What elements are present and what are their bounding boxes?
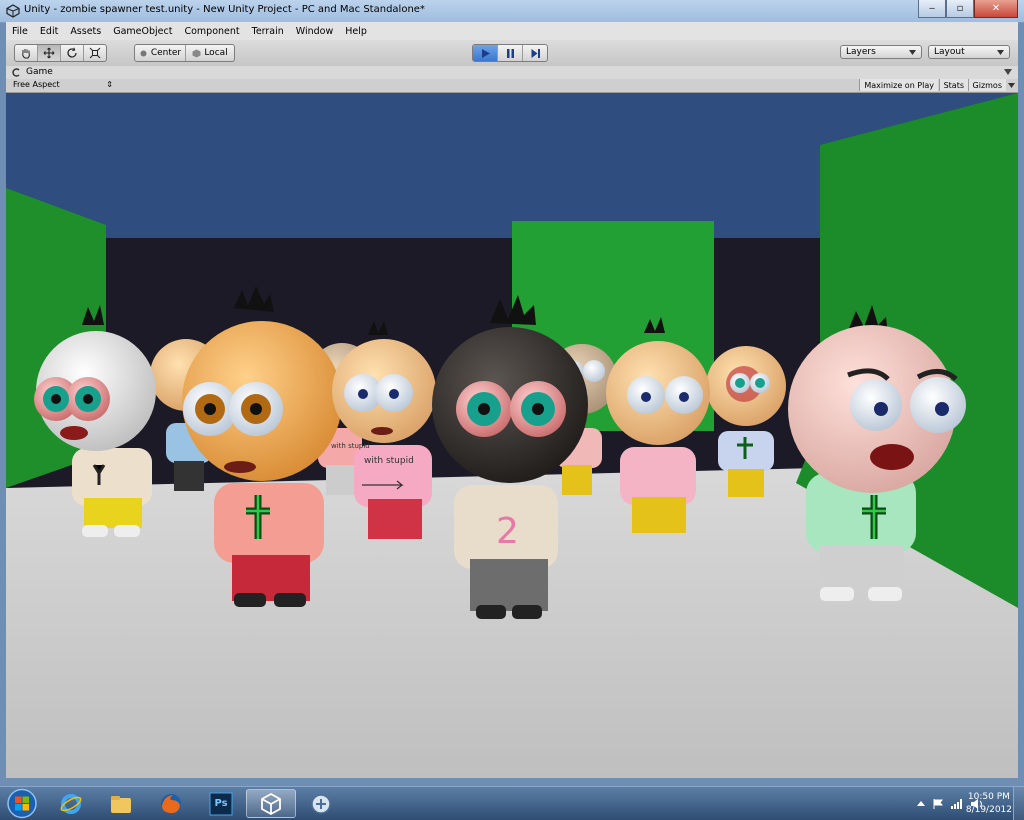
taskbar: Ps 10:50 PM 8/19/2012 [0, 786, 1024, 820]
unity-app-icon [6, 4, 20, 18]
playback-controls [472, 44, 548, 62]
maximize-on-play-toggle[interactable]: Maximize on Play [859, 79, 938, 91]
game-view-toolbar: Free Aspect ⇕ Maximize on Play Stats Giz… [6, 79, 1018, 93]
transform-tools [14, 44, 107, 62]
pivot-center-button[interactable]: Center [135, 45, 186, 61]
taskbar-explorer[interactable] [96, 789, 146, 818]
layout-dropdown[interactable]: Layout [928, 45, 1010, 59]
minimize-button[interactable]: ‒ [918, 0, 946, 18]
play-icon [481, 48, 490, 58]
menu-window[interactable]: Window [290, 26, 339, 37]
pause-icon [506, 48, 514, 58]
flag-icon[interactable] [932, 798, 944, 810]
unity-icon [261, 792, 281, 815]
show-desktop-button[interactable] [1013, 787, 1024, 820]
close-button[interactable]: ✕ [974, 0, 1018, 18]
taskbar-unity[interactable] [246, 789, 296, 818]
hand-icon [22, 49, 30, 59]
toolbar: Center Local Layers Layout [6, 40, 1018, 67]
gizmos-toggle[interactable]: Gizmos [967, 79, 1006, 91]
network-icon[interactable] [950, 798, 964, 810]
game-viewport[interactable]: with stupid with stupid 2 [6, 93, 1018, 778]
layout-label: Layout [934, 47, 965, 57]
explorer-icon [111, 795, 131, 813]
pause-button[interactable] [498, 45, 523, 61]
window-title: Unity - zombie spawner test.unity - New … [24, 4, 425, 15]
space-label: Local [204, 48, 228, 58]
updown-arrows-icon: ⇕ [106, 80, 113, 89]
firefox-icon [161, 793, 181, 814]
menu-component[interactable]: Component [178, 26, 245, 37]
maximize-button[interactable]: ▫ [946, 0, 974, 18]
ie-icon [60, 793, 82, 814]
aspect-dropdown[interactable]: Free Aspect ⇕ [10, 80, 116, 90]
tab-game[interactable]: Game [26, 67, 53, 77]
panel-menu-icon[interactable] [1004, 69, 1012, 75]
start-button[interactable] [4, 787, 40, 820]
chevron-down-icon[interactable] [1008, 83, 1015, 88]
game-scene: with stupid with stupid 2 [6, 93, 1018, 778]
move-tool-button[interactable] [38, 45, 61, 61]
layers-label: Layers [846, 47, 876, 57]
move-icon [43, 47, 55, 59]
menu-gameobject[interactable]: GameObject [107, 26, 178, 37]
game-tab-bar: Game [6, 66, 1018, 80]
menu-help[interactable]: Help [339, 26, 373, 37]
pivot-toggles: Center Local [134, 44, 235, 62]
rotate-tool-button[interactable] [61, 45, 84, 61]
menu-assets[interactable]: Assets [64, 26, 107, 37]
tray-expand-icon[interactable] [916, 799, 926, 809]
taskbar-ie[interactable] [46, 789, 96, 818]
stats-toggle[interactable]: Stats [938, 79, 968, 91]
title-bar: Unity - zombie spawner test.unity - New … [0, 0, 1024, 23]
shirt-text-1: with stupid [364, 456, 414, 466]
aspect-label: Free Aspect [13, 80, 60, 89]
shirt-text-2: with stupid [331, 442, 370, 450]
photoshop-label: Ps [214, 798, 228, 809]
app-icon [311, 793, 331, 814]
clock[interactable]: 10:50 PM 8/19/2012 [966, 791, 1012, 817]
chevron-down-icon [997, 49, 1004, 55]
hand-tool-button[interactable] [15, 45, 38, 61]
taskbar-photoshop[interactable]: Ps [196, 789, 246, 818]
menu-bar: File Edit Assets GameObject Component Te… [6, 22, 1018, 40]
pivot-label: Center [150, 48, 182, 58]
menu-edit[interactable]: Edit [34, 26, 64, 37]
clock-date: 8/19/2012 [965, 805, 1012, 815]
step-icon [531, 48, 540, 58]
pivot-icon [140, 50, 147, 56]
scale-icon [89, 47, 101, 59]
step-button[interactable] [523, 45, 547, 61]
cube-icon [192, 49, 201, 57]
rotate-icon [67, 47, 77, 58]
menu-file[interactable]: File [6, 26, 34, 37]
window-controls: ‒ ▫ ✕ [918, 0, 1018, 18]
taskbar-firefox[interactable] [146, 789, 196, 818]
play-button[interactable] [473, 45, 498, 61]
shirt-number: 2 [496, 511, 519, 552]
taskbar-app[interactable] [296, 789, 346, 818]
clock-time: 10:50 PM [967, 792, 1010, 802]
menu-terrain[interactable]: Terrain [246, 26, 290, 37]
chevron-down-icon [909, 49, 916, 55]
scale-tool-button[interactable] [84, 45, 106, 61]
layers-dropdown[interactable]: Layers [840, 45, 922, 59]
game-icon [12, 68, 20, 77]
pivot-local-button[interactable]: Local [186, 45, 234, 61]
